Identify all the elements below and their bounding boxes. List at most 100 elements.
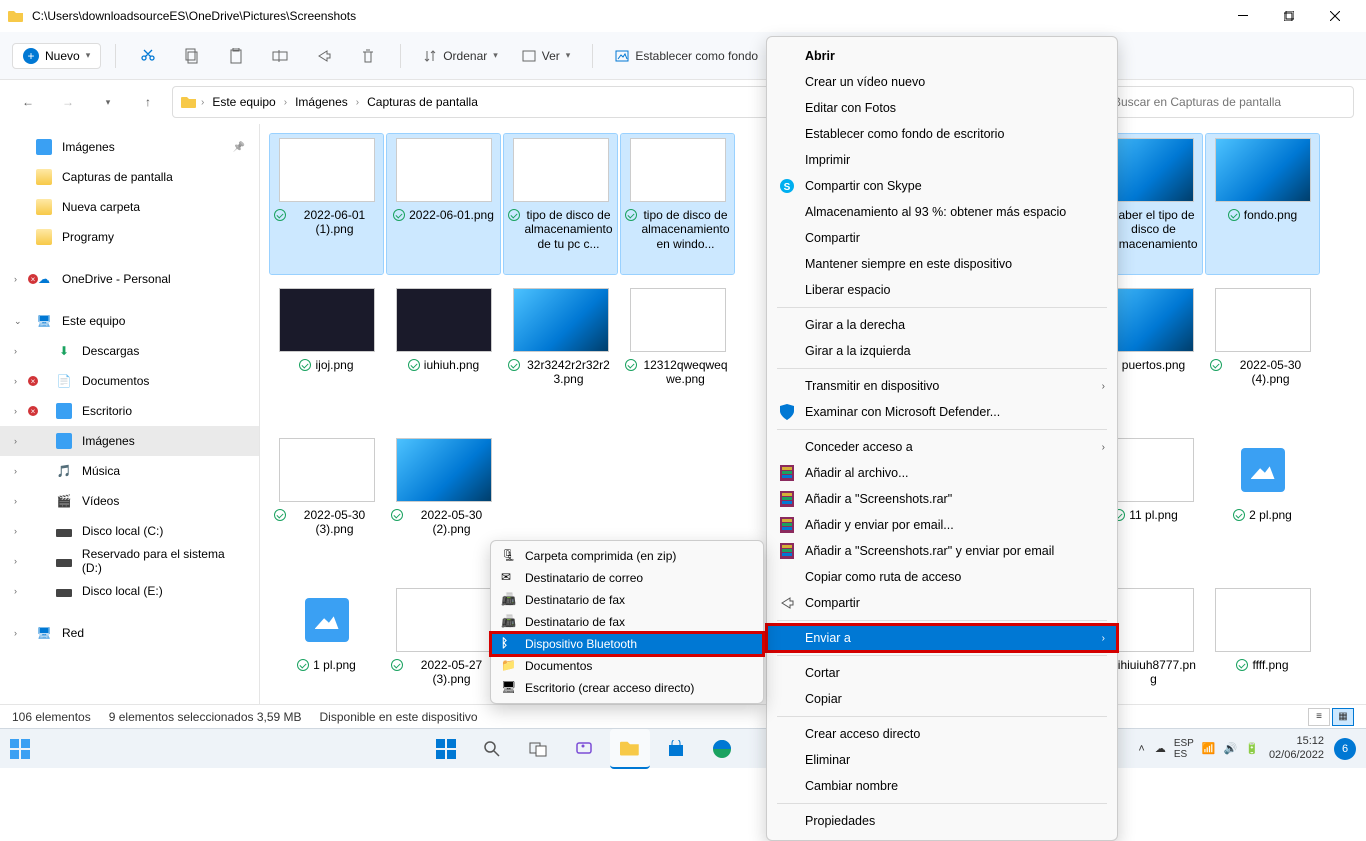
copy-button[interactable] [174, 38, 210, 74]
sidebar-item-desktop[interactable]: ›×Escritorio [0, 396, 259, 426]
recent-dropdown[interactable]: ▾ [92, 86, 124, 118]
menu-item[interactable]: Transmitir en dispositivo› [767, 373, 1117, 399]
maximize-button[interactable] [1266, 0, 1312, 32]
task-view-button[interactable] [518, 729, 558, 769]
menu-item[interactable]: Editar con Fotos [767, 95, 1117, 121]
sidebar-item-screenshots[interactable]: Capturas de pantalla [0, 162, 259, 192]
menu-item[interactable]: Enviar a› [767, 625, 1117, 651]
file-item[interactable]: iuhiuh.png [387, 284, 500, 424]
share-button[interactable] [306, 38, 342, 74]
sidebar-item-network[interactable]: ›🖥Red [0, 618, 259, 648]
widgets-button[interactable] [0, 729, 40, 769]
wifi-icon[interactable]: 📶 [1202, 742, 1216, 755]
menu-item[interactable]: Girar a la derecha [767, 312, 1117, 338]
file-item[interactable]: 32r3242r2r32r23.png [504, 284, 617, 424]
sidebar-item-images-quick[interactable]: Imágenes [0, 132, 259, 162]
sidebar-item-downloads[interactable]: ›⬇Descargas [0, 336, 259, 366]
menu-item[interactable]: Liberar espacio [767, 277, 1117, 303]
menu-item[interactable]: Conceder acceso a› [767, 434, 1117, 460]
view-thumbnails-button[interactable]: ▦ [1332, 708, 1354, 726]
file-item[interactable]: ffff.png [1206, 584, 1319, 704]
clock[interactable]: 15:12 02/06/2022 [1269, 735, 1324, 761]
submenu-item[interactable]: 🖥Escritorio (crear acceso directo) [491, 677, 763, 699]
new-button[interactable]: + Nuevo ▾ [12, 43, 101, 69]
sidebar-item-thispc[interactable]: ⌄🖥Este equipo [0, 306, 259, 336]
menu-item[interactable]: Añadir y enviar por email... [767, 512, 1117, 538]
file-item[interactable]: 2022-05-30 (2).png [387, 434, 500, 574]
file-item[interactable]: 2022-05-27 (3).png [387, 584, 500, 704]
cut-button[interactable] [130, 38, 166, 74]
back-button[interactable]: ← [12, 86, 44, 118]
menu-item[interactable]: Girar a la izquierda [767, 338, 1117, 364]
language-indicator[interactable]: ESPES [1174, 738, 1194, 760]
file-item[interactable]: 2022-05-30 (3).png [270, 434, 383, 574]
sidebar-item-disk-e[interactable]: ›Disco local (E:) [0, 576, 259, 606]
file-item[interactable]: tipo de disco de almacenamiento en windo… [621, 134, 734, 274]
view-dropdown[interactable]: Ver ▾ [514, 45, 579, 67]
onedrive-tray-icon[interactable]: ☁ [1155, 742, 1166, 755]
menu-item[interactable]: Añadir a "Screenshots.rar" y enviar por … [767, 538, 1117, 564]
menu-item[interactable]: Cambiar nombre [767, 773, 1117, 799]
menu-item[interactable]: Abrir [767, 43, 1117, 69]
volume-icon[interactable]: 🔊 [1224, 742, 1238, 755]
file-item[interactable]: 12312qweqweqwe.png [621, 284, 734, 424]
store-button[interactable] [656, 729, 696, 769]
battery-icon[interactable]: 🔋 [1245, 742, 1259, 755]
file-item[interactable]: tipo de disco de almacenamiento de tu pc… [504, 134, 617, 274]
explorer-button[interactable] [610, 729, 650, 769]
file-item[interactable]: ijoj.png [270, 284, 383, 424]
submenu-item[interactable]: 📠Destinatario de fax [491, 589, 763, 611]
menu-item[interactable]: Cortar [767, 660, 1117, 686]
rename-button[interactable] [262, 38, 298, 74]
menu-item[interactable]: Copiar como ruta de acceso [767, 564, 1117, 590]
submenu-item[interactable]: ✉Destinatario de correo [491, 567, 763, 589]
submenu-item[interactable]: 🗜Carpeta comprimida (en zip) [491, 545, 763, 567]
sidebar-item-documents[interactable]: ›×📄Documentos [0, 366, 259, 396]
breadcrumb[interactable]: Este equipo [208, 93, 279, 111]
up-button[interactable]: ↑ [132, 86, 164, 118]
start-button[interactable] [426, 729, 466, 769]
paste-button[interactable] [218, 38, 254, 74]
sidebar-item-onedrive[interactable]: ›×☁OneDrive - Personal [0, 264, 259, 294]
menu-item[interactable]: Eliminar [767, 747, 1117, 773]
menu-item[interactable]: Añadir a "Screenshots.rar" [767, 486, 1117, 512]
menu-item[interactable]: Crear acceso directo [767, 721, 1117, 747]
view-details-button[interactable]: ≡ [1308, 708, 1330, 726]
edge-button[interactable] [702, 729, 742, 769]
breadcrumb[interactable]: Imágenes [291, 93, 352, 111]
search-box[interactable] [1104, 86, 1354, 118]
file-item[interactable]: 2 pl.png [1206, 434, 1319, 574]
delete-button[interactable] [350, 38, 386, 74]
submenu-item[interactable]: ᛒDispositivo Bluetooth [491, 633, 763, 655]
file-item[interactable]: 2022-05-30 (4).png [1206, 284, 1319, 424]
sidebar-item-images[interactable]: ›Imágenes [0, 426, 259, 456]
search-input[interactable] [1113, 95, 1345, 109]
sidebar-item-newfolder[interactable]: Nueva carpeta [0, 192, 259, 222]
notification-badge[interactable]: 6 [1334, 738, 1356, 760]
menu-item[interactable]: Compartir [767, 225, 1117, 251]
menu-item[interactable]: Propiedades [767, 808, 1117, 834]
file-item[interactable]: fondo.png [1206, 134, 1319, 274]
menu-item[interactable]: Mantener siempre en este dispositivo [767, 251, 1117, 277]
close-button[interactable] [1312, 0, 1358, 32]
minimize-button[interactable] [1220, 0, 1266, 32]
menu-item[interactable]: SCompartir con Skype [767, 173, 1117, 199]
menu-item[interactable]: Crear un vídeo nuevo [767, 69, 1117, 95]
system-tray[interactable]: ☁ ESPES 📶 🔊 🔋 [1155, 738, 1259, 760]
background-button[interactable]: Establecer como fondo [607, 45, 766, 67]
sidebar-item-programy[interactable]: Programy [0, 222, 259, 252]
file-item[interactable]: 2022-06-01 (1).png [270, 134, 383, 274]
file-item[interactable]: 2022-06-01.png [387, 134, 500, 274]
search-button[interactable] [472, 729, 512, 769]
menu-item[interactable]: Imprimir [767, 147, 1117, 173]
file-item[interactable]: 1 pl.png [270, 584, 383, 704]
submenu-item[interactable]: 📠Destinatario de fax [491, 611, 763, 633]
sidebar-item-videos[interactable]: ›🎬Vídeos [0, 486, 259, 516]
menu-item[interactable]: Añadir al archivo... [767, 460, 1117, 486]
sort-dropdown[interactable]: Ordenar ▾ [415, 45, 506, 67]
menu-item[interactable]: Copiar [767, 686, 1117, 712]
breadcrumb[interactable]: Capturas de pantalla [363, 93, 482, 111]
forward-button[interactable]: → [52, 86, 84, 118]
sidebar-item-disk-d[interactable]: ›Reservado para el sistema (D:) [0, 546, 259, 576]
submenu-item[interactable]: 📁Documentos [491, 655, 763, 677]
